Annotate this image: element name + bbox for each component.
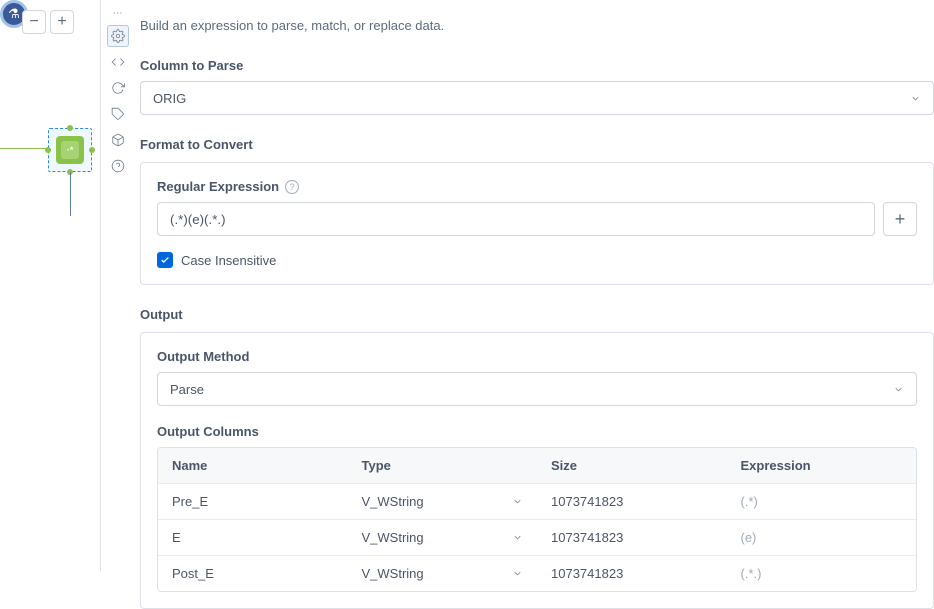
flask-icon: ⚗ [8, 6, 20, 22]
output-group: Output Method Parse Output Columns Name … [140, 332, 934, 609]
regex-input[interactable] [157, 202, 875, 236]
format-to-convert-label: Format to Convert [140, 137, 934, 152]
column-to-parse-select[interactable]: ORIG [140, 81, 934, 115]
chevron-down-icon [512, 496, 523, 507]
cell-expression: (.*) [727, 484, 917, 520]
zoom-out-button[interactable]: − [22, 10, 46, 34]
regex-help-icon[interactable]: ? [285, 180, 299, 194]
chevron-down-icon [910, 93, 921, 104]
tool-tab-strip: ⋯ [105, 8, 131, 177]
cube-tab[interactable] [107, 129, 129, 151]
regex-label: Regular Expression [157, 179, 279, 194]
output-method-label: Output Method [157, 349, 917, 364]
cell-size[interactable]: 1073741823 [537, 520, 727, 556]
cell-expression: (.*.) [727, 556, 917, 591]
output-columns-body: Pre_EV_WString1073741823(.*)EV_WString10… [158, 484, 916, 591]
connector-line [70, 172, 71, 216]
drag-handle-icon[interactable]: ⋯ [113, 8, 124, 19]
tool-description: Build an expression to parse, match, or … [140, 18, 934, 33]
cell-name[interactable]: E [158, 520, 348, 556]
table-row[interactable]: Pre_EV_WString1073741823(.*) [158, 484, 916, 520]
chevron-down-icon [893, 384, 904, 395]
regex-add-button[interactable]: + [883, 202, 917, 236]
help-tab[interactable] [107, 155, 129, 177]
cell-size[interactable]: 1073741823 [537, 556, 727, 591]
chevron-down-icon [512, 568, 523, 579]
cell-name[interactable]: Post_E [158, 556, 348, 591]
format-group: Regular Expression ? + Case Insensitive [140, 162, 934, 285]
table-row[interactable]: Post_EV_WString1073741823(.*.) [158, 556, 916, 591]
cell-type[interactable]: V_WString [348, 556, 538, 591]
table-row[interactable]: EV_WString1073741823(e) [158, 520, 916, 556]
chevron-down-icon [512, 532, 523, 543]
output-method-select[interactable]: Parse [157, 372, 917, 406]
th-expression: Expression [727, 448, 917, 484]
cell-type[interactable]: V_WString [348, 520, 538, 556]
zoom-in-button[interactable]: + [50, 10, 74, 34]
gear-icon [111, 29, 125, 43]
th-type: Type [348, 448, 538, 484]
output-method-value: Parse [170, 382, 204, 397]
output-columns-label: Output Columns [157, 424, 917, 439]
refresh-icon [111, 81, 125, 95]
regex-tool-node[interactable]: ·* [48, 128, 92, 172]
cell-name[interactable]: Pre_E [158, 484, 348, 520]
cell-expression: (e) [727, 520, 917, 556]
th-name: Name [158, 448, 348, 484]
cell-size[interactable]: 1073741823 [537, 484, 727, 520]
panel-divider [100, 0, 101, 571]
code-icon [111, 55, 125, 69]
workflow-canvas[interactable]: − + ·* ⚗ [0, 0, 100, 571]
connector-in [0, 148, 48, 149]
output-columns-table: Name Type Size Expression Pre_EV_WString… [157, 447, 917, 592]
question-icon [111, 159, 125, 173]
config-tab[interactable] [107, 25, 129, 47]
cell-type[interactable]: V_WString [348, 484, 538, 520]
xml-tab[interactable] [107, 51, 129, 73]
cube-icon [111, 133, 125, 147]
case-insensitive-label: Case Insensitive [181, 253, 276, 268]
column-to-parse-value: ORIG [153, 91, 186, 106]
case-insensitive-checkbox[interactable] [157, 252, 173, 268]
tag-tab[interactable] [107, 103, 129, 125]
refresh-tab[interactable] [107, 77, 129, 99]
output-label: Output [140, 307, 934, 322]
th-size: Size [537, 448, 727, 484]
column-to-parse-label: Column to Parse [140, 58, 934, 73]
check-icon [160, 255, 170, 265]
tag-icon [111, 107, 125, 121]
